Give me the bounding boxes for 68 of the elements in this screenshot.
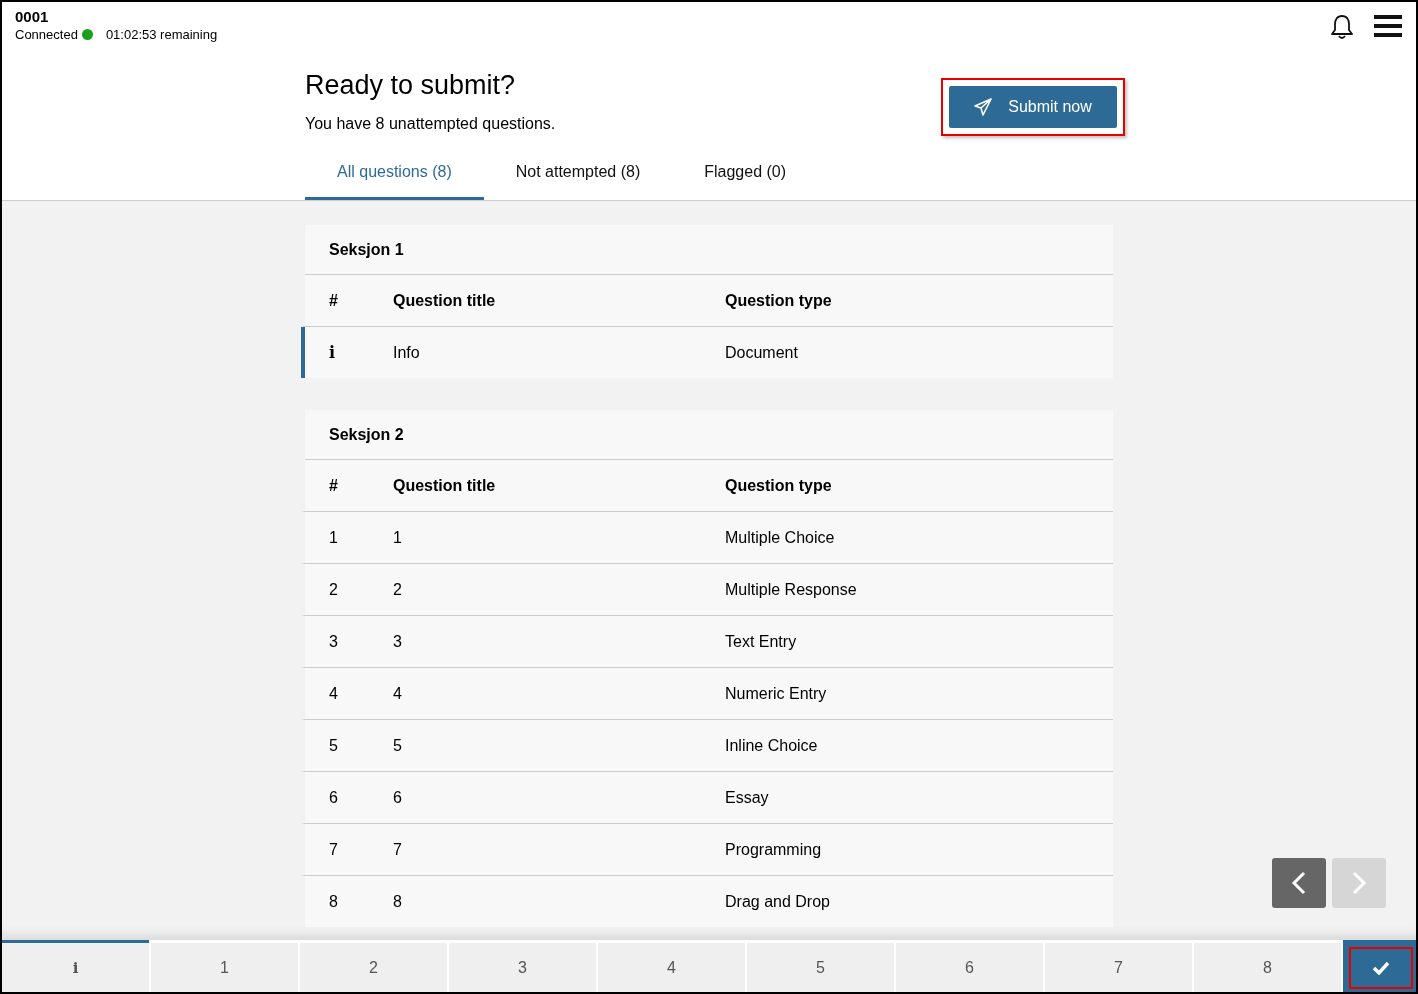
menu-icon[interactable] [1374,14,1402,38]
question-number: 6 [329,788,339,807]
unattempted-message: You have 8 unattempted questions. [305,115,556,133]
question-number: 1 [329,528,339,547]
section-title: Seksjon 2 [305,410,1113,460]
info-tab[interactable]: i [2,940,149,992]
question-title: 4 [393,684,403,703]
filter-tab[interactable]: Not attempted (8) [483,152,673,200]
bell-icon[interactable] [1330,14,1354,40]
time-remaining: 01:02:53 remaining [105,27,218,42]
question-row[interactable]: 4 4 Numeric Entry [301,668,1113,720]
question-title: 1 [393,528,403,547]
question-row[interactable]: 5 5 Inline Choice [301,720,1113,772]
column-header: # [329,476,339,495]
filter-tab[interactable]: Flagged (0) [672,152,819,200]
question-number: 4 [329,684,339,703]
connection-status: Connected [15,27,78,42]
question-number: 5 [329,736,339,755]
question-tab[interactable]: 4 [598,940,745,992]
question-row[interactable]: 3 3 Text Entry [301,616,1113,668]
question-tab[interactable]: 5 [747,940,894,992]
column-header: Question title [393,291,497,310]
question-tab[interactable]: 8 [1194,940,1341,992]
column-header: Question type [725,291,833,310]
question-row[interactable]: 7 7 Programming [301,824,1113,876]
question-title: 3 [393,632,403,651]
question-title: 8 [393,892,403,911]
question-type: Multiple Response [725,580,858,599]
checkmark-icon [1372,960,1390,975]
question-type: Text Entry [725,632,798,651]
question-type: Programming [725,840,823,859]
section-title: Seksjon 1 [305,225,1113,275]
question-type: Inline Choice [725,736,819,755]
chevron-left-icon [1291,871,1307,895]
question-type: Numeric Entry [725,684,828,703]
info-icon: i [329,343,393,362]
column-header: # [329,291,339,310]
question-row[interactable]: 1 1 Multiple Choice [301,512,1113,564]
question-row[interactable]: 8 8 Drag and Drop [301,876,1113,927]
candidate-id: 0001 [15,8,50,25]
question-type: Drag and Drop [725,892,831,911]
question-title: 5 [393,736,403,755]
question-number: 8 [329,892,339,911]
question-type: Document [725,343,799,362]
question-type: Multiple Choice [725,528,836,547]
column-header: Question type [725,476,833,495]
question-tab[interactable]: 3 [449,940,596,992]
question-tab[interactable]: 6 [896,940,1043,992]
question-number: 2 [329,580,339,599]
question-title: 7 [393,840,403,859]
page-title: Ready to submit? [305,70,517,101]
question-number: 7 [329,840,339,859]
question-title: 6 [393,788,403,807]
previous-button[interactable] [1272,858,1326,908]
question-row[interactable]: 2 2 Multiple Response [301,564,1113,616]
chevron-right-icon [1351,871,1367,895]
send-icon [974,98,993,116]
column-header: Question title [393,476,497,495]
question-number: 3 [329,632,339,651]
submit-button[interactable]: Submit now [949,86,1117,128]
question-tab[interactable]: 7 [1045,940,1192,992]
question-row[interactable]: 6 6 Essay [301,772,1113,824]
question-tab[interactable]: 2 [300,940,447,992]
question-type: Essay [725,788,770,807]
question-title: Info [393,343,421,362]
question-tab[interactable]: 1 [151,940,298,992]
question-title: 2 [393,580,403,599]
question-row[interactable]: i Info Document [301,327,1113,378]
